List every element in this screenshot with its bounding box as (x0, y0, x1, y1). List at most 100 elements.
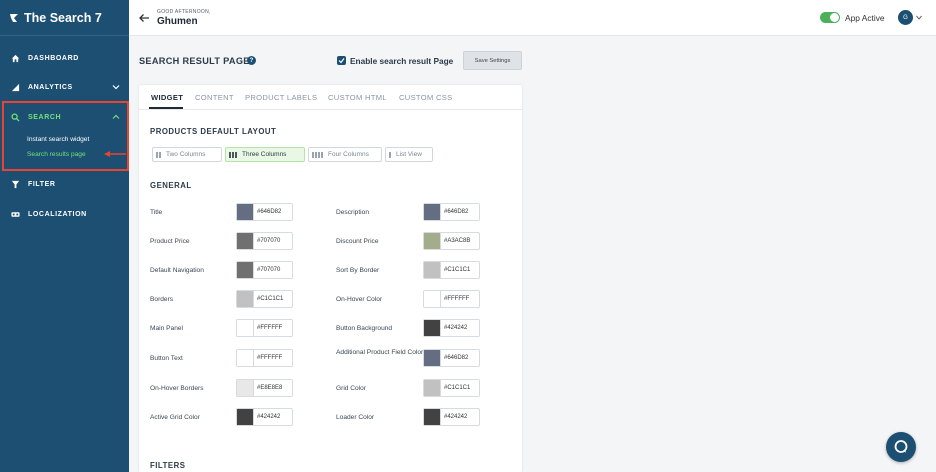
chevron-up-icon[interactable] (112, 113, 120, 121)
color-label: Borders (150, 296, 174, 303)
chat-bubble-icon (894, 440, 908, 453)
save-settings-button[interactable]: Save Settings (463, 51, 522, 70)
four-columns-icon (312, 151, 324, 158)
brand-name: The Search 7 (24, 10, 102, 25)
brand[interactable]: The Search 7 (0, 0, 129, 36)
color-picker[interactable]: #646D82 (423, 349, 480, 367)
color-hex-value[interactable]: #C1C1C1 (254, 296, 283, 302)
color-picker[interactable]: #FFFFFF (236, 319, 293, 337)
filter-icon (10, 179, 20, 189)
color-picker[interactable]: #646D82 (236, 203, 293, 221)
color-label: Sort By Border (336, 267, 380, 274)
sidebar-item-label: LOCALIZATION (28, 210, 87, 218)
color-swatch[interactable] (237, 204, 254, 220)
sidebar-subitem-search-results[interactable]: Search results page (27, 151, 86, 158)
color-hex-value[interactable]: #FFFFFF (254, 355, 282, 361)
color-hex-value[interactable]: #FFFFFF (441, 296, 469, 302)
layout-label: Three Columns (242, 151, 287, 158)
tab-content[interactable]: CONTENT (195, 93, 234, 102)
color-swatch[interactable] (237, 380, 254, 396)
sidebar-subitem-instant-search[interactable]: Instant search widget (27, 136, 89, 143)
color-label: Discount Price (336, 238, 379, 245)
sidebar: The Search 7 DASHBOARD ANALYTICS SEARCH … (0, 0, 129, 472)
enable-search-result-checkbox[interactable] (337, 56, 346, 65)
color-picker[interactable]: #424242 (423, 319, 480, 337)
color-label: Button Text (150, 355, 183, 362)
back-arrow-icon[interactable] (138, 12, 150, 24)
layout-list-view-button[interactable]: List View (385, 147, 433, 162)
color-swatch[interactable] (424, 291, 441, 307)
color-hex-value[interactable]: #707070 (254, 238, 280, 244)
toggle-knob (830, 13, 839, 22)
color-picker[interactable]: #C1C1C1 (423, 379, 480, 397)
color-picker[interactable]: #707070 (236, 261, 293, 279)
color-swatch[interactable] (237, 320, 254, 336)
color-hex-value[interactable]: #C1C1C1 (441, 267, 470, 273)
color-swatch[interactable] (424, 350, 441, 366)
sidebar-item-dashboard[interactable]: DASHBOARD (0, 44, 129, 72)
color-picker[interactable]: #FFFFFF (423, 290, 480, 308)
sidebar-item-localization[interactable]: LOCALIZATION (0, 200, 129, 228)
color-hex-value[interactable]: #424242 (441, 414, 467, 420)
layout-four-columns-button[interactable]: Four Columns (308, 147, 382, 162)
layout-three-columns-button[interactable]: Three Columns (225, 147, 305, 162)
tab-custom-css[interactable]: CUSTOM CSS (399, 93, 453, 102)
layout-label: Two Columns (166, 151, 206, 158)
color-picker[interactable]: #424242 (423, 408, 480, 426)
color-hex-value[interactable]: #E8E8E8 (254, 385, 282, 391)
color-picker[interactable]: #E8E8E8 (236, 379, 293, 397)
color-swatch[interactable] (424, 380, 441, 396)
chat-button[interactable] (886, 432, 916, 462)
color-label: Default Navigation (150, 267, 204, 274)
app-active-toggle[interactable] (820, 12, 840, 23)
brand-logo-icon (8, 12, 20, 24)
color-swatch[interactable] (237, 262, 254, 278)
color-picker[interactable]: #C1C1C1 (423, 261, 480, 279)
sidebar-item-search[interactable]: SEARCH (0, 103, 129, 131)
color-picker[interactable]: #424242 (236, 408, 293, 426)
color-hex-value[interactable]: #FFFFFF (254, 325, 282, 331)
color-hex-value[interactable]: #707070 (254, 267, 280, 273)
color-swatch[interactable] (424, 409, 441, 425)
tab-widget[interactable]: WIDGET (151, 93, 183, 102)
active-tab-indicator (149, 107, 183, 109)
color-swatch[interactable] (237, 350, 254, 366)
color-hex-value[interactable]: #646D82 (441, 355, 468, 361)
color-swatch[interactable] (424, 233, 441, 249)
layout-two-columns-button[interactable]: Two Columns (152, 147, 222, 162)
help-icon[interactable]: ? (247, 56, 256, 65)
color-hex-value[interactable]: #646D82 (254, 209, 281, 215)
color-hex-value[interactable]: #424242 (254, 414, 280, 420)
color-swatch[interactable] (424, 262, 441, 278)
color-picker[interactable]: #A3AC8B (423, 232, 480, 250)
color-hex-value[interactable]: #C1C1C1 (441, 385, 470, 391)
sidebar-item-filter[interactable]: FILTER (0, 170, 129, 198)
color-swatch[interactable] (237, 291, 254, 307)
color-label: On-Hover Color (336, 296, 383, 303)
tab-custom-html[interactable]: CUSTOM HTML (328, 93, 387, 102)
color-picker[interactable]: #646D82 (423, 203, 480, 221)
color-picker[interactable]: #FFFFFF (236, 349, 293, 367)
color-picker[interactable]: #C1C1C1 (236, 290, 293, 308)
tab-product-labels[interactable]: PRODUCT LABELS (245, 93, 317, 102)
language-icon (10, 209, 20, 219)
avatar[interactable]: G (898, 10, 913, 25)
chevron-down-icon[interactable] (916, 15, 922, 20)
magnifier-icon (10, 112, 20, 122)
color-swatch[interactable] (237, 233, 254, 249)
layout-heading: PRODUCTS DEFAULT LAYOUT (150, 127, 277, 136)
color-hex-value[interactable]: #A3AC8B (441, 238, 470, 244)
enable-search-result-label: Enable search result Page (350, 56, 454, 66)
sidebar-item-analytics[interactable]: ANALYTICS (0, 73, 129, 101)
color-swatch[interactable] (424, 320, 441, 336)
greeting-text: GOOD AFTERNOON, (157, 9, 211, 15)
color-swatch[interactable] (424, 204, 441, 220)
color-hex-value[interactable]: #646D82 (441, 209, 468, 215)
main-content: SEARCH RESULT PAGE ? Enable search resul… (129, 36, 936, 472)
color-swatch[interactable] (237, 409, 254, 425)
color-picker[interactable]: #707070 (236, 232, 293, 250)
sidebar-item-label: DASHBOARD (28, 54, 79, 62)
color-hex-value[interactable]: #424242 (441, 325, 467, 331)
color-label: Active Grid Color (150, 414, 200, 421)
chevron-down-icon[interactable] (112, 83, 120, 91)
